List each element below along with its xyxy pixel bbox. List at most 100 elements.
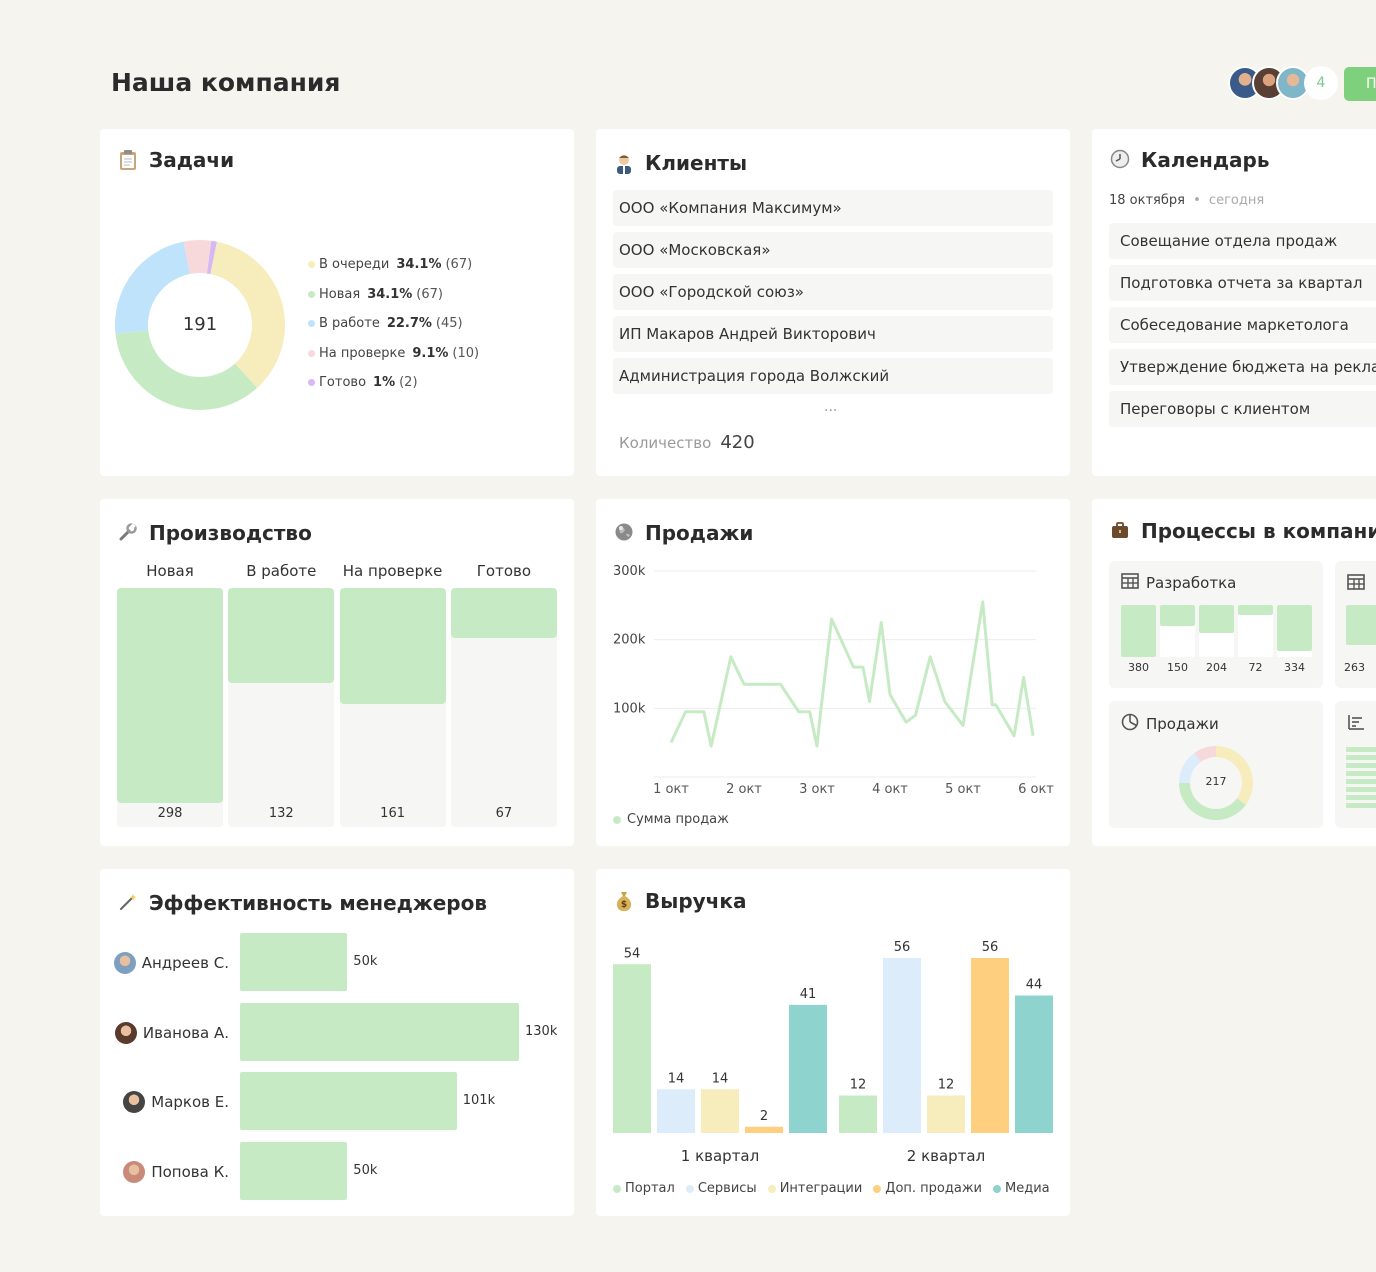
manager-bar — [240, 1072, 457, 1130]
production-value: 132 — [268, 806, 294, 821]
calendar-event[interactable]: Совещание отдела продаж — [1109, 223, 1376, 259]
legend-item: В очереди 34.1% (67) — [308, 257, 472, 272]
manager-name-text: Марков Е. — [151, 1093, 229, 1111]
manager-name[interactable]: Иванова А. — [114, 1021, 229, 1044]
revenue-data-label: 14 — [668, 1071, 685, 1086]
client-item[interactable]: Администрация города Волжский — [613, 358, 1053, 394]
calendar-date-line: 18 октября • сегодня — [1109, 193, 1264, 208]
revenue-legend-item: Портал — [613, 1181, 675, 1196]
calendar-event[interactable]: Подготовка отчета за квартал — [1109, 265, 1376, 301]
production-column-header: Готово — [476, 562, 532, 580]
y-tick-label: 100k — [613, 701, 646, 716]
legend-count: (10) — [452, 345, 480, 361]
participants-count[interactable]: 4 — [1304, 66, 1338, 100]
legend-count: (45) — [435, 316, 463, 331]
calendar-title-text: Календарь — [1141, 148, 1270, 172]
x-tick-label: 6 окт — [1018, 782, 1054, 797]
clock-icon — [1109, 149, 1131, 171]
calendar-event[interactable]: Переговоры с клиентом — [1109, 391, 1376, 427]
revenue-bar — [745, 1126, 783, 1133]
process-fourth-card[interactable] — [1335, 701, 1376, 828]
legend-label: На проверке — [319, 345, 406, 361]
client-item[interactable]: ООО «Городской союз» — [613, 274, 1053, 310]
legend-count: (67) — [445, 257, 473, 272]
process-second-value: 263 — [1344, 661, 1365, 674]
manager-name[interactable]: Марков Е. — [123, 1091, 229, 1113]
revenue-bar — [883, 958, 921, 1133]
revenue-data-label: 12 — [938, 1078, 955, 1093]
calendar-event[interactable]: Утверждение бюджета на рекламу — [1109, 349, 1376, 385]
legend-dot — [767, 1184, 776, 1193]
revenue-legend-item: Медиа — [993, 1181, 1050, 1196]
production-column[interactable] — [450, 588, 557, 827]
avatar — [113, 952, 136, 974]
calendar-event[interactable]: Собеседование маркетолога — [1109, 307, 1376, 343]
participants-avatars[interactable]: 4 — [1228, 66, 1338, 100]
process-dev-card[interactable]: Разработка 380 150 204 72 334 — [1109, 561, 1323, 688]
production-column[interactable] — [117, 588, 223, 827]
pie-icon — [1121, 713, 1139, 735]
process-dev-title-text: Разработка — [1146, 574, 1237, 592]
production-card: Производство Новая 298 В работе 132 На прове… — [100, 499, 574, 846]
revenue-bar — [657, 1089, 695, 1133]
clients-title: Клиенты — [613, 151, 747, 175]
managers-title: Эффективность менеджеров — [117, 891, 487, 915]
sales-series-line — [669, 600, 1035, 748]
process-sales-card[interactable]: Продажи 217 — [1109, 701, 1323, 828]
client-item[interactable]: ООО «Московская» — [613, 232, 1053, 268]
legend-percent: 9.1% — [412, 345, 449, 361]
managers-title-text: Эффективность менеджеров — [149, 891, 488, 915]
process-sales-title: Продажи — [1121, 713, 1219, 735]
clients-count-value: 420 — [720, 432, 755, 453]
wrench-icon — [117, 522, 139, 544]
revenue-bar — [927, 1095, 965, 1133]
primary-action-button[interactable]: П — [1344, 67, 1376, 101]
revenue-legend-item: Доп. продажи — [873, 1181, 982, 1196]
revenue-legend: Портал Сервисы Интеграции Доп. продажи Медиа — [613, 1181, 1050, 1196]
process-dev-bar — [1121, 605, 1156, 657]
clients-title-text: Клиенты — [645, 151, 748, 175]
production-column[interactable] — [339, 588, 446, 827]
legend-count: (2) — [399, 375, 418, 390]
manager-name-text: Андреев С. — [141, 954, 229, 972]
process-dev-bar — [1277, 605, 1312, 651]
managers-card: Эффективность менеджеров Андреев С. 50k Ив… — [100, 869, 574, 1216]
production-fill — [117, 588, 223, 803]
legend-dot — [308, 261, 315, 268]
avatar — [114, 1021, 137, 1044]
processes-title-text: Процессы в компании — [1141, 519, 1376, 543]
process-second-card[interactable]: 263 — [1335, 561, 1376, 688]
production-column-header: В работе — [246, 562, 317, 580]
clients-count-label: Количество — [619, 434, 712, 452]
process-sales-total: 217 — [1205, 775, 1227, 788]
production-title: Производство — [117, 521, 312, 545]
sales-line-chart: 300k 200k 100k 1 окт 2 окт 3 окт 4 окт 5 окт 6 о… — [613, 564, 1054, 797]
donut-segment — [115, 330, 258, 411]
processes-title: Процессы в компании — [1109, 519, 1376, 543]
production-fill — [450, 588, 557, 638]
page-title: Наша компания — [111, 68, 341, 97]
client-item[interactable]: ООО «Компания Максимум» — [613, 190, 1053, 226]
clients-more[interactable]: ... — [824, 399, 837, 415]
process-dev-bar — [1199, 605, 1234, 633]
process-dev-bar — [1238, 605, 1273, 615]
production-column[interactable] — [228, 588, 335, 827]
revenue-data-label: 54 — [624, 946, 641, 961]
tasks-title: Задачи — [117, 148, 234, 172]
calendar-today: сегодня — [1208, 193, 1265, 208]
revenue-bar-chart: 54 14 14 2 41 1 квартал 12 56 12 56 44 2 квартал — [613, 940, 1053, 1165]
manager-value: 50k — [353, 954, 378, 969]
revenue-data-label: 12 — [850, 1078, 867, 1093]
calendar-date: 18 октября — [1109, 193, 1185, 208]
legend-item: Готово 1% (2) — [308, 375, 418, 390]
manager-name[interactable]: Попова К. — [123, 1160, 229, 1183]
client-item[interactable]: ИП Макаров Андрей Викторович — [613, 316, 1053, 352]
tasks-total: 191 — [182, 314, 218, 335]
manager-name[interactable]: Андреев С. — [113, 952, 229, 974]
person-icon — [613, 152, 635, 174]
revenue-bar — [1015, 995, 1053, 1133]
process-dev-value: 204 — [1206, 661, 1227, 674]
donut-segment — [1179, 753, 1201, 783]
production-fill — [228, 588, 335, 684]
calendar-card: Календарь 18 октября • сегодня Совещание… — [1092, 129, 1376, 476]
